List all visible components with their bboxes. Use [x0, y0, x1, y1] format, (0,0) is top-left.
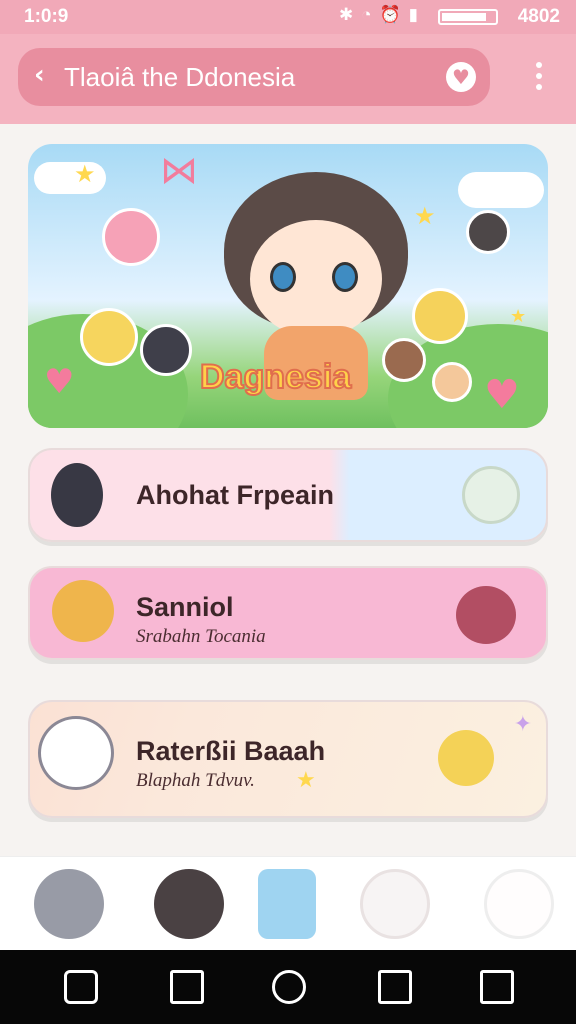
- system-navigation-bar: [0, 950, 576, 1024]
- star-icon: ★: [414, 202, 436, 230]
- menu-card[interactable]: Sanniol Srabahn Tocania: [28, 566, 548, 660]
- star-icon: ★: [296, 768, 316, 793]
- status-bar: 1:0:9 ✱◔⏰▮ 4802: [0, 0, 576, 34]
- heart-icon: ♥: [484, 372, 520, 418]
- eye-icon: [332, 262, 358, 292]
- status-icons: ✱◔⏰▮: [339, 5, 426, 25]
- app-bar: ‹ Tlaoiâ the Ddonesia ♥: [0, 34, 576, 124]
- character-avatar: [412, 288, 468, 344]
- character-avatar: [102, 208, 160, 266]
- square-icon[interactable]: [378, 970, 412, 1004]
- character-avatar: [382, 338, 426, 382]
- signal-icon: ▮: [408, 5, 426, 24]
- battery-text: 4802: [517, 6, 560, 27]
- banner-title: Dagnesia: [199, 357, 352, 397]
- star-icon: ★: [74, 160, 96, 188]
- star-icon: ★: [510, 306, 527, 327]
- dog-icon: [52, 580, 114, 642]
- character-avatar: [438, 730, 494, 786]
- page-title: Tlaoiâ the Ddonesia: [64, 62, 296, 92]
- cat-icon: [462, 466, 520, 524]
- hero-banner[interactable]: ★ ★ ★ ⋈ ♥ ♥ Dagnesia: [28, 144, 548, 428]
- alarm-icon: ⏰: [379, 5, 409, 24]
- character-avatar: [48, 460, 106, 530]
- circle-home-icon[interactable]: [272, 970, 306, 1004]
- bottom-navigation: [0, 856, 576, 950]
- status-time: 1:0:9: [24, 6, 69, 27]
- cat-icon[interactable]: [360, 869, 430, 939]
- screenshot-icon[interactable]: [480, 970, 514, 1004]
- battery-icon: [438, 9, 498, 25]
- cloud-shape: [458, 172, 544, 208]
- home-icon[interactable]: [64, 970, 98, 1004]
- title-bar[interactable]: ‹ Tlaoiâ the Ddonesia ♥: [18, 48, 490, 106]
- heart-icon[interactable]: ♥: [446, 62, 476, 92]
- heart-icon: ♥: [44, 362, 75, 402]
- character-avatar: [466, 210, 510, 254]
- menu-card[interactable]: Ahohat Frpeain: [28, 448, 548, 542]
- card-title: Sanniol: [136, 592, 234, 622]
- card-icon[interactable]: [258, 869, 316, 939]
- card-subtitle: Blaphah Tdvuv.: [136, 770, 255, 791]
- eye-icon: [270, 262, 296, 292]
- ghost-icon[interactable]: [484, 869, 554, 939]
- wifi-icon: ◔: [361, 5, 380, 24]
- character-avatar: [432, 362, 472, 402]
- cat-icon: [456, 586, 516, 644]
- character-icon[interactable]: [34, 869, 104, 939]
- card-title: Ahohat Frpeain: [136, 480, 335, 510]
- pet-icon[interactable]: [154, 869, 224, 939]
- cat-icon: [38, 716, 114, 790]
- card-title: Raterßii Baaah: [136, 736, 326, 766]
- card-subtitle: Srabahn Tocania: [136, 626, 266, 647]
- character-avatar: [80, 308, 138, 366]
- sparkle-icon: ✦: [513, 712, 532, 737]
- bluetooth-icon: ✱: [338, 5, 362, 24]
- bow-icon: ⋈: [160, 148, 198, 192]
- recent-apps-icon[interactable]: [170, 970, 204, 1004]
- back-arrow-icon[interactable]: ‹: [34, 60, 45, 90]
- menu-card[interactable]: Raterßii Baaah Blaphah Tdvuv. ★ ✦: [28, 700, 548, 818]
- more-vertical-icon[interactable]: [536, 62, 542, 96]
- character-avatar: [140, 324, 192, 376]
